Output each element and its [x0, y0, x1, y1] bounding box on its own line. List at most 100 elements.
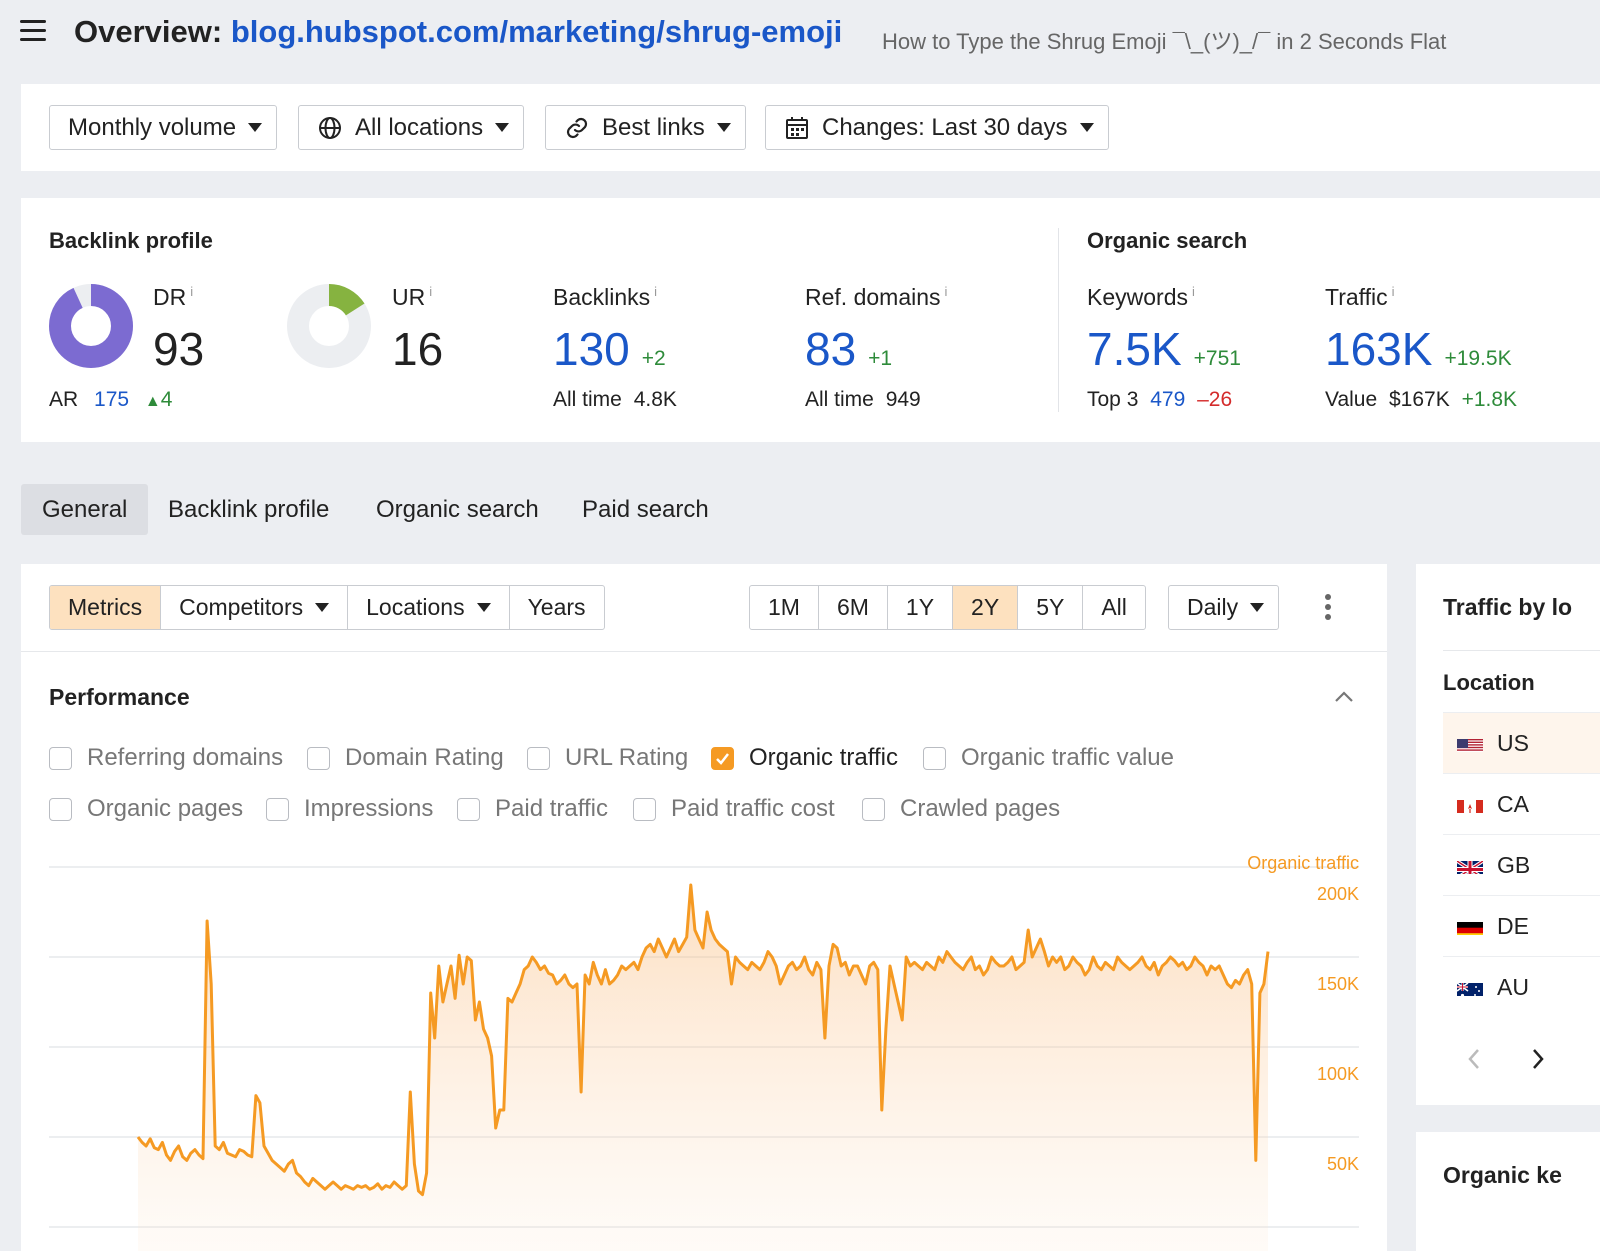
dr-label[interactable]: DR i [153, 284, 193, 311]
section-divider [1058, 228, 1059, 412]
location-pager [1468, 1049, 1544, 1069]
location-row-de[interactable]: DE [1443, 895, 1600, 956]
range-selector: 1M 6M 1Y 2Y 5Y All [749, 585, 1146, 630]
organic-keywords-card: Organic ke [1416, 1132, 1600, 1251]
view-tab-locations[interactable]: Locations [348, 586, 510, 629]
alltime-label: All time [553, 388, 622, 411]
info-icon[interactable]: i [945, 284, 948, 299]
performance-title: Performance [49, 684, 190, 710]
ur-label[interactable]: UR i [392, 284, 432, 311]
view-tab-years[interactable]: Years [510, 586, 604, 629]
links-label: Best links [602, 113, 705, 141]
metric-paid-traffic-cost[interactable]: Paid traffic cost [633, 795, 835, 823]
checkbox[interactable] [49, 746, 72, 770]
caret-down-icon [315, 603, 330, 612]
traffic-by-location-title: Traffic by lo [1443, 594, 1573, 620]
location-row-ca[interactable]: CA [1443, 773, 1600, 834]
metric-label: Crawled pages [900, 795, 1061, 822]
view-tabs: Metrics Competitors Locations Years [49, 585, 605, 630]
checkbox-checked[interactable] [711, 746, 734, 770]
ref-domains-label-text: Ref. domains [805, 284, 941, 310]
links-dropdown[interactable]: Best links [545, 105, 746, 150]
calendar-icon [784, 115, 810, 141]
range-2y[interactable]: 2Y [953, 586, 1019, 629]
location-row-gb[interactable]: GB [1443, 834, 1600, 895]
tab-backlink-profile[interactable]: Backlink profile [147, 484, 350, 535]
top3-value[interactable]: 479 [1150, 388, 1185, 411]
metric-label: Domain Rating [345, 744, 504, 771]
metric-referring-domains[interactable]: Referring domains [49, 744, 283, 772]
metric-organic-traffic-value[interactable]: Organic traffic value [923, 744, 1174, 772]
alltime-label: All time [805, 388, 874, 411]
organic-search-heading: Organic search [1087, 228, 1248, 253]
range-all[interactable]: All [1083, 586, 1145, 629]
info-icon[interactable]: i [1192, 284, 1195, 299]
backlinks-alltime-value: 4.8K [633, 388, 677, 411]
keywords-label-text: Keywords [1087, 284, 1188, 310]
ur-donut-chart [287, 284, 371, 368]
series-label: Organic traffic [1247, 853, 1359, 873]
checkbox[interactable] [862, 797, 885, 821]
backlinks-label-text: Backlinks [553, 284, 651, 310]
target-url-link[interactable]: blog.hubspot.com/marketing/shrug-emoji [231, 14, 842, 49]
chevron-right-icon[interactable] [1533, 1049, 1544, 1069]
keywords-value[interactable]: 7.5K +751 [1087, 322, 1241, 376]
page-subtitle: How to Type the Shrug Emoji ¯\_(ツ)_/¯ in… [882, 29, 1447, 54]
keywords-number: 7.5K [1087, 323, 1182, 375]
info-icon[interactable]: i [1392, 284, 1395, 299]
checkbox[interactable] [527, 746, 550, 770]
volume-label: Monthly volume [68, 113, 237, 141]
chevron-left-icon[interactable] [1468, 1049, 1479, 1069]
info-icon[interactable]: i [190, 284, 193, 299]
backlink-profile-heading: Backlink profile [49, 228, 213, 253]
metric-crawled-pages[interactable]: Crawled pages [862, 795, 1060, 823]
metric-organic-pages[interactable]: Organic pages [49, 795, 243, 823]
metric-organic-traffic[interactable]: Organic traffic [711, 744, 898, 772]
range-6m[interactable]: 6M [819, 586, 888, 629]
traffic-value[interactable]: 163K +19.5K [1325, 322, 1512, 376]
backlinks-value[interactable]: 130 +2 [553, 322, 666, 376]
range-5y[interactable]: 5Y [1018, 586, 1084, 629]
checkbox[interactable] [307, 746, 330, 770]
metric-impressions[interactable]: Impressions [266, 795, 433, 823]
ref-domains-label[interactable]: Ref. domains i [805, 284, 947, 311]
locations-label: All locations [355, 113, 484, 141]
filter-bar: Monthly volume All locations Best links … [21, 84, 1600, 171]
traffic-label[interactable]: Traffic i [1325, 284, 1395, 311]
top3-delta: –26 [1197, 388, 1233, 411]
checkbox[interactable] [923, 746, 946, 770]
info-icon[interactable]: i [654, 284, 657, 299]
location-row-us[interactable]: US [1443, 712, 1600, 773]
range-1m[interactable]: 1M [750, 586, 819, 629]
more-options-icon[interactable] [1321, 594, 1335, 622]
keywords-label[interactable]: Keywords i [1087, 284, 1195, 311]
tab-paid-search[interactable]: Paid search [561, 484, 730, 535]
menu-icon[interactable] [20, 20, 46, 42]
granularity-dropdown[interactable]: Daily [1168, 585, 1280, 630]
ar-line: AR 175 ▲4 [49, 388, 172, 412]
checkbox[interactable] [457, 797, 480, 821]
checkbox[interactable] [633, 797, 656, 821]
us-flag-icon [1457, 735, 1483, 752]
de-flag-icon [1457, 918, 1483, 935]
checkbox[interactable] [266, 797, 289, 821]
view-tab-metrics[interactable]: Metrics [50, 586, 162, 629]
info-icon[interactable]: i [429, 284, 432, 299]
ref-domains-value[interactable]: 83 +1 [805, 322, 892, 376]
locations-dropdown[interactable]: All locations [298, 105, 525, 150]
checkbox[interactable] [49, 797, 72, 821]
ur-label-text: UR [392, 284, 426, 310]
location-row-au[interactable]: AU [1443, 956, 1600, 1017]
chevron-up-icon[interactable] [1333, 686, 1355, 708]
ar-value[interactable]: 175 [94, 388, 129, 411]
range-1y[interactable]: 1Y [888, 586, 954, 629]
metric-url-rating[interactable]: URL Rating [527, 744, 688, 772]
volume-dropdown[interactable]: Monthly volume [49, 105, 278, 150]
view-tab-competitors[interactable]: Competitors [161, 586, 349, 629]
tab-general[interactable]: General [21, 484, 149, 535]
metric-domain-rating[interactable]: Domain Rating [307, 744, 504, 772]
tab-organic-search[interactable]: Organic search [355, 484, 560, 535]
backlinks-label[interactable]: Backlinks i [553, 284, 657, 311]
changes-dropdown[interactable]: Changes: Last 30 days [765, 105, 1109, 150]
metric-paid-traffic[interactable]: Paid traffic [457, 795, 608, 823]
